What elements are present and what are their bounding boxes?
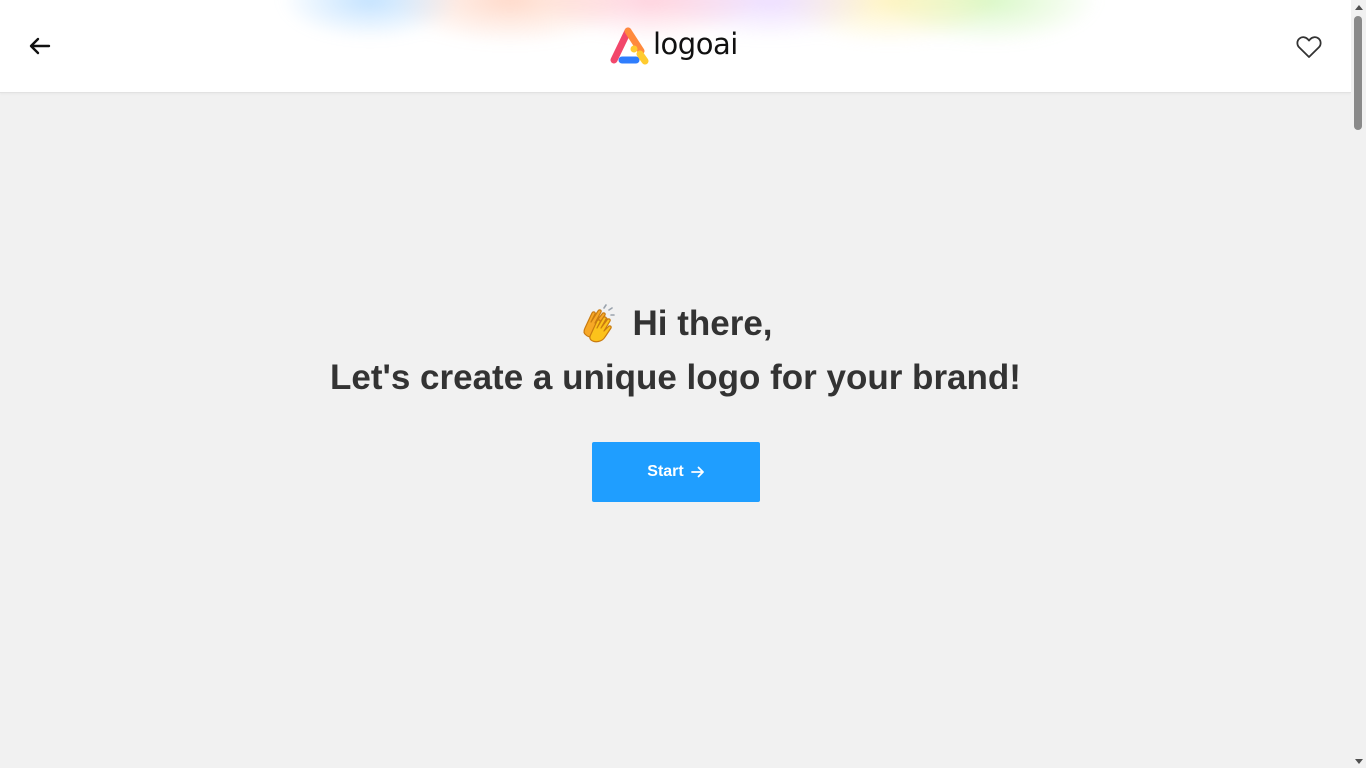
page: logoai Hi there, Let's create a unique l… — [0, 0, 1351, 768]
logo-mark-icon — [610, 27, 649, 65]
headline: Let's create a unique logo for your bran… — [330, 358, 1021, 397]
back-button[interactable] — [24, 30, 56, 62]
arrow-left-icon — [29, 37, 51, 55]
start-button-label: Start — [647, 463, 684, 480]
scrollbar-thumb[interactable] — [1354, 16, 1362, 130]
greeting-line: Hi there, — [0, 300, 1351, 348]
vertical-scrollbar[interactable] — [1351, 0, 1366, 768]
greeting-text: Hi there, — [632, 304, 773, 343]
arrow-right-icon — [690, 466, 704, 478]
logoai-logo[interactable]: logoai — [610, 24, 738, 66]
favorites-button[interactable] — [1293, 32, 1325, 62]
scroll-down-arrow-icon[interactable] — [1351, 754, 1366, 768]
scroll-up-arrow-icon[interactable] — [1351, 0, 1366, 14]
heart-outline-icon — [1296, 36, 1322, 58]
clapping-hands-icon — [583, 304, 616, 343]
browser-viewport: logoai Hi there, Let's create a unique l… — [0, 0, 1366, 768]
welcome-hero: Hi there, Let's create a unique logo for… — [0, 300, 1351, 400]
start-button[interactable]: Start — [592, 442, 760, 502]
top-header: logoai — [0, 0, 1351, 93]
logo-wordmark: logoai — [653, 26, 738, 61]
